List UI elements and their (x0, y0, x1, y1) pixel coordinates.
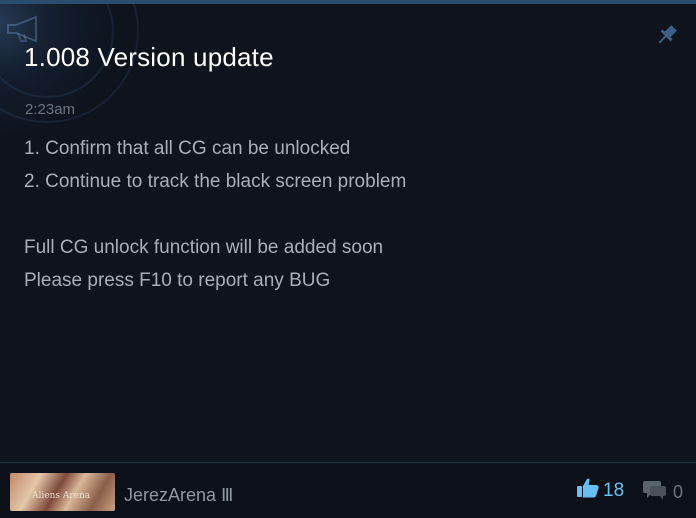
post-line: 1. Confirm that all CG can be unlocked (24, 138, 351, 159)
announcement-card: 1.008 Version update 2:23am 1. Confirm t… (0, 0, 696, 518)
post-line: Please press F10 to report any BUG (24, 270, 331, 291)
post-line: 2. Continue to track the black screen pr… (24, 171, 407, 192)
like-button[interactable]: 18 (576, 477, 624, 504)
comment-count: 0 (673, 482, 684, 502)
comment-button[interactable]: 0 (642, 479, 683, 506)
post-title[interactable]: 1.008 Version update (24, 42, 274, 73)
avatar-logo-text: Aliens Arena (32, 491, 91, 501)
post-body: 1. Confirm that all CG can be unlocked 2… (24, 132, 406, 297)
thumbs-up-icon (576, 477, 600, 504)
post-timestamp: 2:23am (25, 101, 76, 118)
like-count: 18 (603, 479, 625, 501)
author-avatar[interactable]: Aliens Arena (10, 473, 115, 511)
pin-icon[interactable] (654, 22, 680, 53)
post-footer: Aliens Arena JerezArena Ⅲ 18 0 (0, 462, 696, 518)
comment-icon (642, 479, 668, 506)
author-name[interactable]: JerezArena Ⅲ (124, 485, 233, 506)
post-line: Full CG unlock function will be added so… (24, 237, 384, 258)
